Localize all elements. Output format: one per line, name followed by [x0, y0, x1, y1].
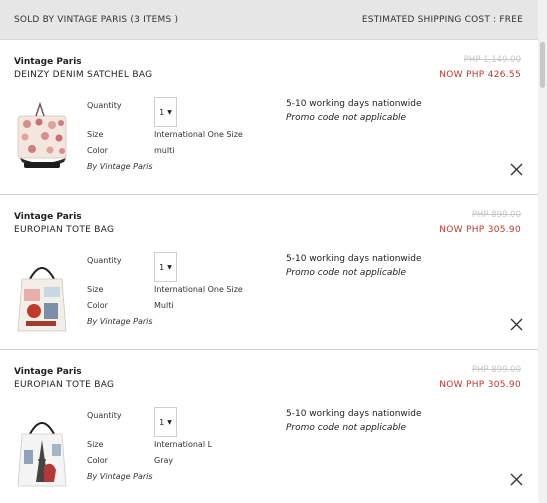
cart-item: Vintage Paris EUROPIAN TOTE BAG PHP 899.…	[0, 350, 538, 503]
color-label: Color	[87, 301, 108, 310]
size-value: International L	[154, 440, 213, 449]
promo-note: Promo code not applicable	[286, 113, 407, 123]
tote-bag-product-image[interactable]	[14, 255, 70, 335]
sold-by-text: By Vintage Paris	[87, 472, 153, 481]
item-brand: Vintage Paris	[14, 212, 82, 222]
color-value: Gray	[154, 456, 174, 465]
delivery-estimate: 5-10 working days nationwide	[286, 254, 422, 264]
dropdown-arrow-icon: ▼	[167, 108, 172, 116]
cart-item: Vintage Paris EUROPIAN TOTE BAG PHP 899.…	[0, 195, 538, 350]
satchel-bag-product-image[interactable]	[14, 100, 70, 180]
item-sale-price: NOW PHP 305.90	[439, 225, 521, 235]
size-label: Size	[87, 440, 104, 449]
cart-item: Vintage Paris DEINZY DENIM SATCHEL BAG P…	[0, 40, 538, 195]
quantity-label: Quantity	[87, 256, 122, 265]
remove-item-close-icon[interactable]	[510, 473, 523, 486]
quantity-select[interactable]: 1 ▼	[154, 407, 177, 437]
delivery-estimate: 5-10 working days nationwide	[286, 409, 422, 419]
promo-note: Promo code not applicable	[286, 423, 407, 433]
quantity-label: Quantity	[87, 101, 122, 110]
quantity-value: 1	[159, 417, 165, 427]
item-sale-price: NOW PHP 426.55	[439, 70, 521, 80]
seller-header: SOLD BY VINTAGE PARIS (3 ITEMS ) ESTIMAT…	[0, 0, 538, 40]
item-brand: Vintage Paris	[14, 367, 82, 377]
color-label: Color	[87, 456, 108, 465]
quantity-value: 1	[159, 107, 165, 117]
delivery-estimate: 5-10 working days nationwide	[286, 99, 422, 109]
dropdown-arrow-icon: ▼	[167, 263, 172, 271]
quantity-value: 1	[159, 262, 165, 272]
size-label: Size	[87, 130, 104, 139]
item-original-price: PHP 899.00	[471, 365, 521, 375]
remove-item-close-icon[interactable]	[510, 318, 523, 331]
quantity-select[interactable]: 1 ▼	[154, 97, 177, 127]
item-sale-price: NOW PHP 305.90	[439, 380, 521, 390]
remove-item-close-icon[interactable]	[510, 163, 523, 176]
size-label: Size	[87, 285, 104, 294]
size-value: International One Size	[154, 130, 243, 139]
tote-bag-product-image[interactable]	[14, 410, 70, 490]
promo-note: Promo code not applicable	[286, 268, 407, 278]
item-original-price: PHP 1,149.00	[463, 55, 521, 65]
item-title[interactable]: EUROPIAN TOTE BAG	[14, 380, 114, 390]
sold-by-text: By Vintage Paris	[87, 162, 153, 171]
item-original-price: PHP 899.00	[471, 210, 521, 220]
item-title[interactable]: DEINZY DENIM SATCHEL BAG	[14, 70, 152, 80]
color-value: Multi	[154, 301, 174, 310]
shipping-cost-label: ESTIMATED SHIPPING COST : FREE	[361, 14, 523, 25]
dropdown-arrow-icon: ▼	[167, 418, 172, 426]
sold-by-text: By Vintage Paris	[87, 317, 153, 326]
color-label: Color	[87, 146, 108, 155]
item-title[interactable]: EUROPIAN TOTE BAG	[14, 225, 114, 235]
quantity-select[interactable]: 1 ▼	[154, 252, 177, 282]
size-value: International One Size	[154, 285, 243, 294]
quantity-label: Quantity	[87, 411, 122, 420]
seller-label: SOLD BY VINTAGE PARIS (3 ITEMS )	[14, 14, 179, 25]
color-value: multi	[154, 146, 175, 155]
scrollbar-thumb[interactable]	[540, 42, 545, 88]
item-brand: Vintage Paris	[14, 57, 82, 67]
